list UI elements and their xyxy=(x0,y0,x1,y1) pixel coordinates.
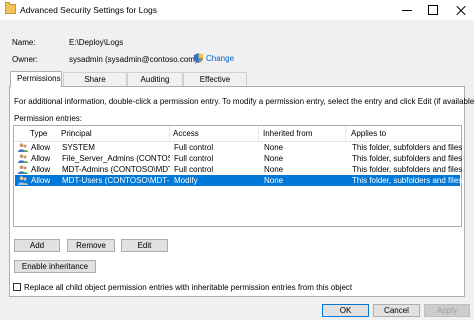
column-header-access[interactable]: Access xyxy=(173,129,199,138)
table-row[interactable]: Allow SYSTEM Full control None This fold… xyxy=(15,142,463,153)
tab-effective-access[interactable]: Effective Access xyxy=(183,72,247,98)
entry-principal: SYSTEM xyxy=(62,143,95,152)
entry-principal: MDT-Users (CONTOSO\MDT-... xyxy=(62,176,170,185)
enable-inheritance-label: Enable inheritance xyxy=(21,262,89,271)
edit-button[interactable]: Edit xyxy=(121,239,168,252)
title-bar: Advanced Security Settings for Logs xyxy=(0,0,474,20)
entry-type: Allow xyxy=(31,154,51,163)
name-value: E:\Deploy\Logs xyxy=(69,38,124,47)
table-row-selected[interactable]: Allow MDT-Users (CONTOSO\MDT-... Modify … xyxy=(15,175,463,186)
tab-share-label: Share xyxy=(84,75,106,84)
cancel-button[interactable]: Cancel xyxy=(373,304,420,317)
column-divider[interactable] xyxy=(345,126,346,141)
table-row[interactable]: Allow MDT-Admins (CONTOSO\MDT-... Full c… xyxy=(15,164,463,175)
entry-inherited-from: None xyxy=(264,154,284,163)
replace-child-permissions-label: Replace all child object permission entr… xyxy=(24,283,353,292)
enable-inheritance-button[interactable]: Enable inheritance xyxy=(14,260,96,273)
minimize-button[interactable] xyxy=(394,0,420,20)
column-header-applies-to[interactable]: Applies to xyxy=(351,129,386,138)
table-row[interactable]: Allow File_Server_Admins (CONTOS... Full… xyxy=(15,153,463,164)
entry-type: Allow xyxy=(31,176,51,185)
column-header-type[interactable]: Type xyxy=(30,129,47,138)
add-button-label: Add xyxy=(29,241,45,250)
entry-inherited-from: None xyxy=(264,176,284,185)
entry-principal: File_Server_Admins (CONTOS... xyxy=(62,154,170,163)
owner-value: sysadmin (sysadmin@contoso.com) xyxy=(69,55,198,64)
entry-applies-to: This folder, subfolders and files xyxy=(352,165,463,174)
entry-inherited-from: None xyxy=(264,165,284,174)
apply-button-label: Apply xyxy=(436,306,457,315)
shield-icon xyxy=(194,53,203,63)
entry-applies-to: This folder, subfolders and files xyxy=(352,154,463,163)
change-label: Change xyxy=(206,53,235,63)
permission-entries-label: Permission entries: xyxy=(14,114,83,123)
ok-button[interactable]: OK xyxy=(322,304,369,317)
column-header-inherited-from[interactable]: Inherited from xyxy=(263,129,312,138)
cancel-button-label: Cancel xyxy=(384,306,409,315)
users-icon xyxy=(18,154,28,163)
entry-access: Full control xyxy=(174,154,214,163)
name-label: Name: xyxy=(12,38,36,47)
entry-applies-to: This folder, subfolders and files xyxy=(352,176,463,185)
change-owner-link[interactable]: Change xyxy=(194,53,234,63)
column-divider[interactable] xyxy=(258,126,259,141)
entry-access: Full control xyxy=(174,165,214,174)
entry-principal: MDT-Admins (CONTOSO\MDT-... xyxy=(62,165,170,174)
remove-button-label: Remove xyxy=(76,241,106,250)
owner-label: Owner: xyxy=(12,55,38,64)
tab-auditing-label: Auditing xyxy=(140,75,170,84)
tab-permissions[interactable]: Permissions xyxy=(10,71,62,87)
apply-button[interactable]: Apply xyxy=(424,304,470,317)
entry-access: Modify xyxy=(174,176,198,185)
info-text: For additional information, double-click… xyxy=(14,97,474,106)
entry-inherited-from: None xyxy=(264,143,284,152)
close-button[interactable] xyxy=(446,0,474,20)
grid-header: Type Principal Access Inherited from App… xyxy=(14,126,461,142)
maximize-button[interactable] xyxy=(420,0,446,20)
users-icon xyxy=(18,165,28,174)
permission-entries-list[interactable]: Type Principal Access Inherited from App… xyxy=(13,125,462,227)
entry-access: Full control xyxy=(174,143,214,152)
column-header-principal[interactable]: Principal xyxy=(61,129,92,138)
entry-type: Allow xyxy=(31,165,51,174)
add-button[interactable]: Add xyxy=(14,239,60,252)
tab-auditing[interactable]: Auditing xyxy=(127,72,183,86)
column-divider[interactable] xyxy=(169,126,170,141)
replace-child-permissions-checkbox[interactable] xyxy=(13,283,21,291)
entry-type: Allow xyxy=(31,143,51,152)
remove-button[interactable]: Remove xyxy=(67,239,115,252)
tab-permissions-label: Permissions xyxy=(17,74,61,83)
edit-button-label: Edit xyxy=(137,241,152,250)
entry-applies-to: This folder, subfolders and files xyxy=(352,143,463,152)
window-title: Advanced Security Settings for Logs xyxy=(20,5,158,15)
users-icon xyxy=(18,176,28,185)
tab-share[interactable]: Share xyxy=(63,72,127,86)
ok-button-label: OK xyxy=(339,306,352,315)
folder-icon xyxy=(5,2,16,14)
users-icon xyxy=(18,143,28,152)
